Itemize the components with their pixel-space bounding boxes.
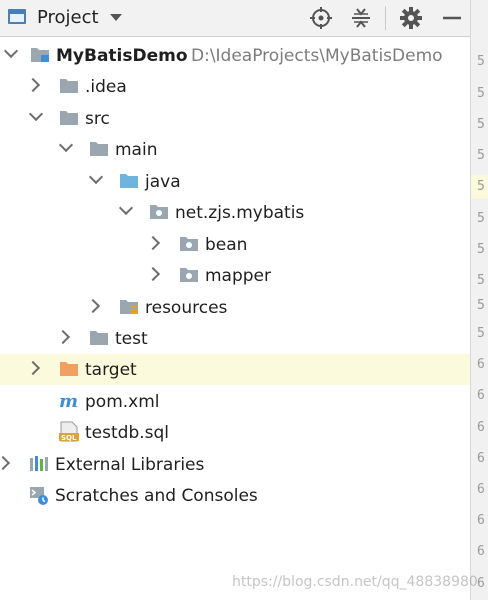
gutter-line-number: 5 <box>471 175 488 199</box>
tree-row-sql[interactable]: SQL testdb.sql <box>0 417 470 448</box>
tree-row-target[interactable]: target <box>0 354 470 385</box>
gutter-line-number: 5 <box>477 211 485 226</box>
tree-label-bean: bean <box>205 235 248 255</box>
tree-label-mapper: mapper <box>205 266 272 286</box>
collapse-arrow-icon[interactable] <box>88 169 104 185</box>
folder-icon <box>90 142 108 156</box>
tree-label-package: net.zjs.mybatis <box>175 203 305 223</box>
gutter-line-number: 5 <box>477 86 485 101</box>
gutter-line-number: 6 <box>477 451 485 466</box>
chevron-down-icon[interactable] <box>110 14 122 21</box>
gutter-line-number: 5 <box>477 298 485 313</box>
expand-arrow-icon[interactable] <box>55 329 71 345</box>
tree-row-pom[interactable]: m pom.xml <box>0 386 470 417</box>
tree-label-scratches: Scratches and Consoles <box>55 486 258 506</box>
tree-label-pom: pom.xml <box>85 392 160 412</box>
expand-arrow-icon[interactable] <box>25 77 41 93</box>
tree-row-src[interactable]: src <box>0 103 470 134</box>
gutter-line-number: 5 <box>477 54 485 69</box>
tree-label-test: test <box>115 329 148 349</box>
sql-file-icon: SQL <box>59 421 79 442</box>
expand-arrow-icon[interactable] <box>85 298 101 314</box>
hide-icon[interactable] <box>440 6 464 30</box>
package-icon <box>180 237 198 251</box>
gutter-line-number: 6 <box>477 482 485 497</box>
tree-label-root: MyBatisDemo <box>56 46 188 66</box>
library-icon <box>30 456 48 471</box>
gutter-line-number: 6 <box>477 544 485 559</box>
expand-arrow-icon[interactable] <box>145 266 161 282</box>
tree-row-bean[interactable]: bean <box>0 229 470 260</box>
svg-text:m: m <box>59 392 78 409</box>
project-view-icon <box>8 9 26 24</box>
svg-text:SQL: SQL <box>61 434 77 442</box>
excluded-folder-icon <box>60 362 78 376</box>
tree-row-external-libraries[interactable]: External Libraries <box>0 449 470 480</box>
watermark: https://blog.csdn.net/qq_48838980 <box>232 574 478 590</box>
tree-label-main: main <box>115 140 158 160</box>
gear-icon[interactable] <box>399 6 423 30</box>
gutter-line-number: 6 <box>477 420 485 435</box>
tree-root-path: D:\IdeaProjects\MyBatisDemo <box>191 46 443 66</box>
gutter-line-number: 5 <box>477 326 485 341</box>
collapse-all-icon[interactable] <box>349 6 373 30</box>
gutter-line-number: 5 <box>477 273 485 288</box>
editor-gutter: 5 5 5 5 5 5 5 5 5 5 6 6 6 6 6 6 6 6 <box>470 0 488 600</box>
maven-icon: m <box>59 392 78 409</box>
gutter-line-number: 5 <box>477 242 485 257</box>
tree-label-idea: .idea <box>85 77 127 97</box>
tree-row-package[interactable]: net.zjs.mybatis <box>0 197 470 228</box>
gutter-line-number: 5 <box>477 117 485 132</box>
scratches-icon <box>30 487 48 505</box>
tree-label-external-libraries: External Libraries <box>55 455 205 475</box>
tree-row-idea[interactable]: .idea <box>0 71 470 102</box>
locate-icon[interactable] <box>309 6 333 30</box>
tree-label-src: src <box>85 109 110 129</box>
resources-folder-icon <box>120 300 138 314</box>
tree-row-mapper[interactable]: mapper <box>0 260 470 291</box>
tree-row-java[interactable]: java <box>0 166 470 197</box>
project-toolbar: Project <box>0 0 470 37</box>
expand-arrow-icon[interactable] <box>25 360 41 376</box>
gutter-line-number: 6 <box>477 576 485 591</box>
tree-row-test[interactable]: test <box>0 323 470 354</box>
folder-icon <box>60 111 78 125</box>
folder-icon <box>90 331 108 345</box>
tree-label-resources: resources <box>145 298 228 318</box>
gutter-line-number: 6 <box>477 513 485 528</box>
folder-icon <box>60 79 78 93</box>
source-folder-icon <box>120 174 138 188</box>
gutter-line-number: 6 <box>477 357 485 372</box>
expand-arrow-icon[interactable] <box>0 455 11 471</box>
collapse-arrow-icon[interactable] <box>118 200 134 216</box>
expand-arrow-icon[interactable] <box>145 235 161 251</box>
gutter-line-number: 5 <box>477 148 485 163</box>
tree-label-java: java <box>145 172 181 192</box>
tree-row-root[interactable]: MyBatisDemo D:\IdeaProjects\MyBatisDemo <box>0 40 470 71</box>
project-view-title[interactable]: Project <box>37 7 99 28</box>
collapse-arrow-icon[interactable] <box>58 137 74 153</box>
gutter-line-number: 6 <box>477 388 485 403</box>
tree-row-resources[interactable]: resources <box>0 292 470 323</box>
collapse-arrow-icon[interactable] <box>28 106 44 122</box>
package-icon <box>180 268 198 282</box>
collapse-arrow-icon[interactable] <box>3 43 19 59</box>
package-icon <box>150 205 168 219</box>
tree-label-target: target <box>85 360 137 380</box>
tree-label-sql: testdb.sql <box>85 423 170 443</box>
toolbar-separator <box>385 6 386 30</box>
tree-row-main[interactable]: main <box>0 134 470 165</box>
module-folder-icon <box>31 48 49 62</box>
tree-row-scratches[interactable]: Scratches and Consoles <box>0 480 470 511</box>
